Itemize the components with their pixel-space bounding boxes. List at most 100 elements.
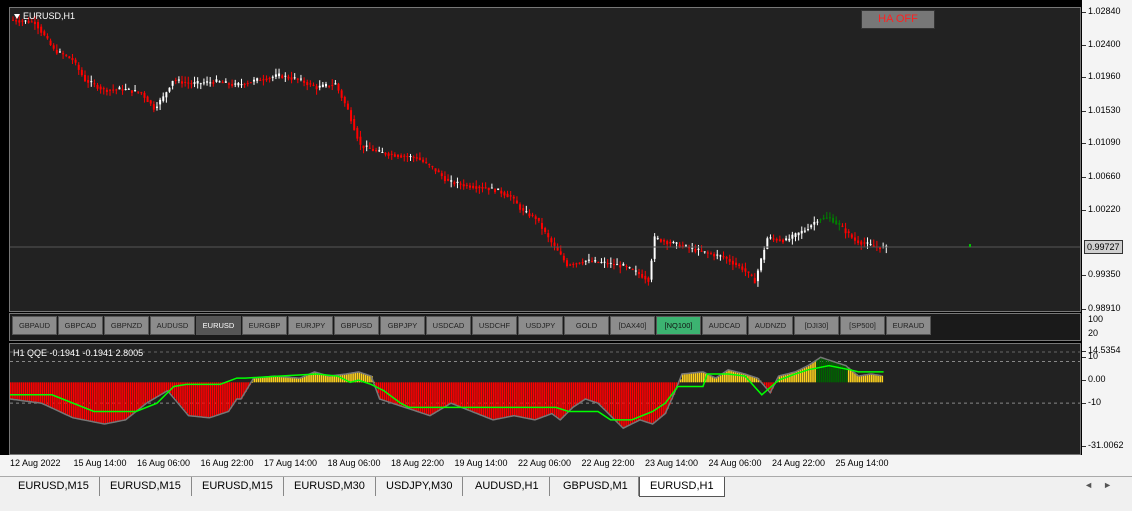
candle-body bbox=[822, 217, 825, 219]
qqe-histogram-bar bbox=[812, 362, 814, 383]
qqe-histogram-bar bbox=[652, 382, 655, 425]
qqe-histogram-bar bbox=[635, 382, 638, 422]
candle-body bbox=[810, 225, 813, 228]
price-tick-label: 0.99350 bbox=[1088, 269, 1121, 279]
chart-tab[interactable]: AUDUSD,H1 bbox=[465, 477, 550, 496]
qqe-histogram-bar bbox=[79, 382, 81, 420]
qqe-histogram-bar bbox=[308, 374, 310, 383]
symbol-button-gbpcad[interactable]: GBPCAD bbox=[58, 316, 103, 335]
symbol-button-dji30[interactable]: [DJI30] bbox=[794, 316, 839, 335]
candle-body bbox=[819, 219, 822, 221]
candle-body bbox=[562, 255, 565, 261]
symbol-button-audnzd[interactable]: AUDNZD bbox=[748, 316, 793, 335]
chart-tab[interactable]: EURUSD,M15 bbox=[8, 477, 100, 496]
chart-tab[interactable]: USDJPY,M30 bbox=[376, 477, 464, 496]
qqe-histogram-bar bbox=[96, 382, 98, 423]
candle-body bbox=[572, 263, 575, 265]
symbol-button-eurusd[interactable]: EURUSD bbox=[196, 316, 241, 335]
qqe-histogram-bar bbox=[232, 382, 235, 406]
time-axis[interactable]: 12 Aug 2022 15 Aug 14:00 16 Aug 06:00 16 Au… bbox=[0, 455, 1082, 476]
qqe-histogram-bar bbox=[694, 372, 697, 383]
candle-body bbox=[850, 234, 853, 238]
chart-title[interactable]: EURUSD,H1 bbox=[14, 11, 75, 21]
symbol-button-audcad[interactable]: AUDCAD bbox=[702, 316, 747, 335]
symbol-button-audusd[interactable]: AUDUSD bbox=[150, 316, 195, 335]
qqe-histogram-bar bbox=[45, 382, 48, 406]
qqe-histogram-bar bbox=[104, 382, 107, 425]
chart-tab[interactable]: EURUSD,M15 bbox=[100, 477, 192, 496]
qqe-histogram-bar bbox=[463, 382, 466, 409]
symbol-button-usdcad[interactable]: USDCAD bbox=[426, 316, 471, 335]
chart-tab[interactable]: EURUSD,M15 bbox=[192, 477, 284, 496]
indicator-tick-label: 0.00 bbox=[1088, 374, 1106, 384]
symbol-button-usdchf[interactable]: USDCHF bbox=[472, 316, 517, 335]
time-tick-label: 16 Aug 22:00 bbox=[200, 458, 254, 468]
qqe-histogram-bar bbox=[654, 382, 657, 423]
candle-body bbox=[249, 82, 252, 84]
time-tick-label: 19 Aug 14:00 bbox=[454, 458, 508, 468]
symbol-button-gold[interactable]: GOLD bbox=[564, 316, 609, 335]
candlestick-chart bbox=[10, 15, 1080, 287]
chart-tab[interactable]: EURUSD,H1 bbox=[639, 477, 725, 497]
symbol-button-gbpaud[interactable]: GBPAUD bbox=[12, 316, 57, 335]
qqe-histogram-bar bbox=[455, 382, 457, 405]
candle-body bbox=[299, 78, 302, 80]
candle-body bbox=[325, 83, 327, 87]
chart-menu-triangle-icon[interactable] bbox=[14, 13, 20, 19]
qqe-histogram-bar bbox=[85, 382, 88, 421]
qqe-histogram-bar bbox=[301, 377, 304, 383]
candle-body bbox=[709, 253, 712, 255]
candle-body bbox=[102, 88, 105, 90]
candle-body bbox=[647, 277, 650, 282]
candle-body bbox=[515, 200, 518, 204]
candle-body bbox=[303, 80, 306, 83]
qqe-histogram-bar bbox=[207, 382, 209, 418]
time-tick-label: 24 Aug 06:00 bbox=[708, 458, 762, 468]
chart-tab[interactable]: EURUSD,M30 bbox=[284, 477, 376, 496]
indicator-tick-label: -31.0062 bbox=[1088, 440, 1124, 450]
candle-body bbox=[656, 237, 659, 239]
qqe-histogram-bar bbox=[547, 382, 550, 416]
price-chart-pane[interactable]: EURUSD,H1 HA OFF bbox=[9, 7, 1081, 312]
tab-scroll-arrows-icon[interactable]: ◄► bbox=[1084, 480, 1122, 490]
qqe-histogram-bar bbox=[700, 372, 703, 383]
candle-body bbox=[428, 164, 431, 166]
ha-toggle-button[interactable]: HA OFF bbox=[861, 10, 935, 29]
chart-tab[interactable]: GBPUSD,M1 bbox=[553, 477, 639, 496]
qqe-histogram-bar bbox=[331, 375, 333, 383]
symbol-button-eurgbp[interactable]: EURGBP bbox=[242, 316, 287, 335]
qqe-indicator-pane[interactable]: H1 QQE -0.1941 -0.1941 2.8005 bbox=[9, 343, 1081, 455]
qqe-histogram-bar bbox=[415, 382, 417, 411]
qqe-histogram-bar bbox=[421, 382, 424, 413]
qqe-histogram-bar bbox=[427, 382, 430, 416]
candle-body bbox=[506, 193, 509, 198]
qqe-histogram-bar bbox=[451, 382, 453, 404]
qqe-histogram-bar bbox=[581, 382, 583, 402]
candle-body bbox=[625, 266, 628, 268]
symbol-button-sp500[interactable]: [SP500] bbox=[840, 316, 885, 335]
symbol-button-dax40[interactable]: [DAX40] bbox=[610, 316, 655, 335]
symbol-button-gbpnzd[interactable]: GBPNZD bbox=[104, 316, 149, 335]
symbol-button-nq100[interactable]: [NQ100] bbox=[656, 316, 701, 335]
symbol-button-gbpjpy[interactable]: GBPJPY bbox=[380, 316, 425, 335]
qqe-histogram-bar bbox=[598, 382, 600, 404]
qqe-histogram-bar bbox=[860, 375, 863, 383]
qqe-histogram-bar bbox=[530, 382, 533, 420]
candle-body bbox=[121, 89, 124, 91]
qqe-histogram-bar bbox=[186, 382, 188, 414]
qqe-histogram-bar bbox=[532, 382, 535, 420]
price-axis[interactable]: 0.99727 1.02840 1.02400 1.01960 1.01530 1.01… bbox=[1082, 0, 1132, 476]
price-tick-label: 0.98910 bbox=[1088, 303, 1121, 313]
symbol-button-eurjpy[interactable]: EURJPY bbox=[288, 316, 333, 335]
candle-body bbox=[459, 183, 462, 185]
qqe-histogram-bar bbox=[881, 375, 884, 383]
candle-body bbox=[268, 78, 271, 80]
qqe-histogram-bar bbox=[661, 382, 663, 418]
symbol-button-euraud[interactable]: EURAUD bbox=[886, 316, 931, 335]
qqe-histogram-bar bbox=[148, 382, 151, 402]
symbol-button-gbpusd[interactable]: GBPUSD bbox=[334, 316, 379, 335]
symbol-button-usdjpy[interactable]: USDJPY bbox=[518, 316, 563, 335]
qqe-histogram-bar bbox=[201, 382, 203, 417]
qqe-histogram-bar bbox=[226, 382, 228, 413]
candle-body bbox=[83, 74, 86, 82]
